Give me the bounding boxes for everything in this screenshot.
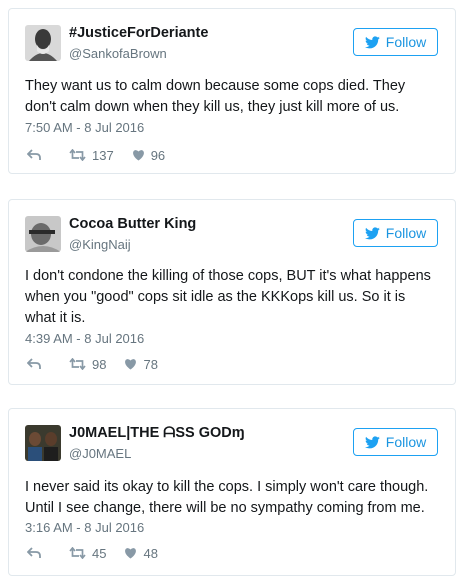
user-handle[interactable]: @SankofaBrown (69, 46, 167, 61)
tweet-text: They want us to calm down because some c… (25, 78, 406, 115)
twitter-bird-icon (364, 35, 380, 48)
follow-button[interactable]: Follow (353, 219, 438, 247)
retweet-icon (69, 358, 86, 370)
display-name[interactable]: #JusticeForDeriante (69, 25, 208, 41)
reply-button[interactable] (27, 149, 41, 161)
twitter-bird-icon (364, 226, 380, 239)
tweet-actions: 45 48 (27, 544, 158, 562)
like-button[interactable]: 48 (124, 545, 158, 561)
retweet-icon (69, 547, 86, 559)
avatar[interactable] (25, 425, 61, 461)
display-name[interactable]: Cocoa Butter King (69, 216, 196, 232)
tweet-text: I never said its okay to kill the cops. … (25, 479, 429, 516)
tweet-text: I don't condone the killing of those cop… (25, 268, 431, 326)
like-count: 48 (143, 545, 158, 561)
retweet-count: 45 (92, 545, 107, 561)
retweet-button[interactable]: 137 (69, 148, 114, 163)
user-handle[interactable]: @J0MAEL (69, 446, 131, 461)
heart-icon (125, 359, 137, 370)
heart-icon (132, 150, 144, 161)
like-count: 96 (150, 147, 166, 163)
tweet-card: Cocoa Butter King @KingNaij Follow I don… (8, 199, 456, 385)
avatar[interactable] (25, 216, 61, 252)
reply-icon (27, 358, 41, 369)
tweet-actions: 98 78 (27, 355, 158, 373)
like-count: 78 (143, 356, 158, 372)
reply-button[interactable] (27, 358, 41, 370)
retweet-count: 98 (92, 356, 107, 372)
reply-icon (27, 149, 41, 160)
heart-icon (125, 548, 137, 559)
like-button[interactable]: 78 (124, 356, 158, 372)
twitter-bird-icon (364, 435, 380, 448)
tweet-card: J0MAEL|THE ᗩSS GODɱ @J0MAEL Follow I nev… (8, 408, 456, 576)
like-button[interactable]: 96 (132, 148, 165, 163)
follow-label: Follow (385, 434, 427, 450)
user-handle[interactable]: @KingNaij (69, 237, 131, 252)
reply-button[interactable] (27, 547, 41, 559)
reply-icon (27, 547, 41, 558)
follow-label: Follow (385, 34, 427, 50)
retweet-button[interactable]: 45 (69, 546, 106, 561)
tweet-card: #JusticeForDeriante @SankofaBrown Follow… (8, 8, 456, 174)
tweet-actions: 137 96 (27, 146, 165, 164)
timestamp[interactable]: 7:50 AM - 8 Jul 2016 (25, 120, 144, 135)
follow-button[interactable]: Follow (353, 428, 438, 456)
retweet-button[interactable]: 98 (69, 357, 106, 372)
display-name[interactable]: J0MAEL|THE ᗩSS GODɱ (69, 425, 245, 441)
timestamp[interactable]: 4:39 AM - 8 Jul 2016 (25, 331, 144, 346)
avatar[interactable] (25, 25, 61, 61)
retweet-icon (69, 149, 86, 161)
follow-button[interactable]: Follow (353, 28, 438, 56)
retweet-count: 137 (92, 147, 114, 163)
timestamp[interactable]: 3:16 AM - 8 Jul 2016 (25, 520, 144, 535)
follow-label: Follow (385, 225, 427, 241)
